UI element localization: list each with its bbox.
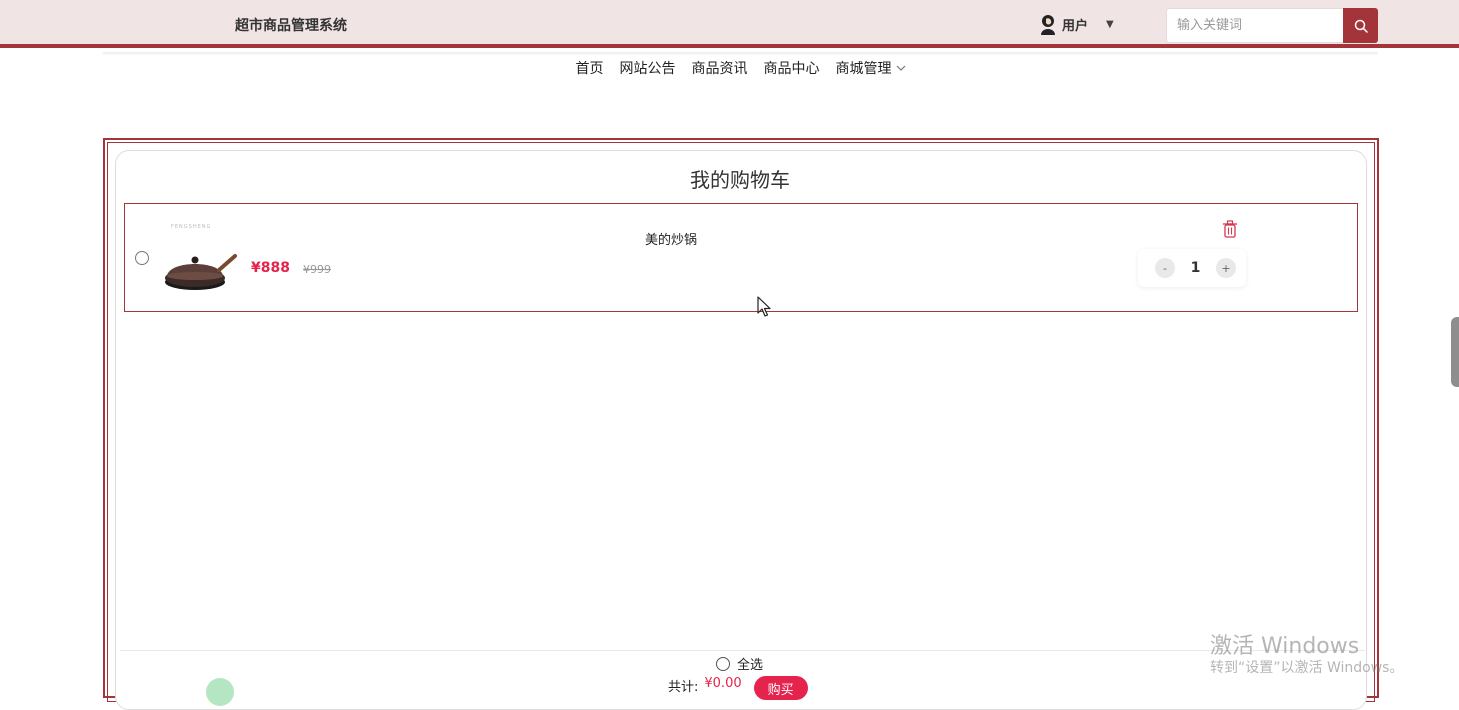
footer-divider [120, 650, 1365, 651]
app-title: 超市商品管理系统 [235, 18, 347, 34]
quantity-decrease-button[interactable]: - [1155, 258, 1175, 278]
item-price: ¥888 [251, 260, 290, 276]
trash-icon[interactable] [1222, 220, 1238, 238]
caret-down-icon: ▼ [1106, 18, 1114, 30]
select-all-radio[interactable] [716, 656, 730, 671]
item-select-radio[interactable] [135, 251, 149, 265]
nav-item-mall-management[interactable]: 商城管理 [836, 58, 906, 78]
cart-item: FENGSHENG ¥888 ¥999 美的炒锅 - 1 + [124, 203, 1358, 312]
search-input[interactable] [1166, 8, 1343, 43]
chevron-down-icon [896, 65, 905, 71]
nav-item-label: 商品资讯 [691, 61, 748, 77]
nav-item-label: 商城管理 [835, 61, 892, 77]
select-all-label: 全选 [737, 658, 764, 673]
quantity-stepper: - 1 + [1138, 249, 1246, 287]
total-value: ¥0.00 [704, 676, 742, 691]
product-image[interactable] [159, 222, 239, 300]
side-scroll-tab[interactable] [1451, 317, 1459, 387]
buy-button[interactable]: 购买 [753, 676, 808, 700]
nav-item-label: 网站公告 [619, 61, 676, 77]
top-header: 超市商品管理系统 用户 ▼ [0, 0, 1459, 48]
item-name: 美的炒锅 [645, 233, 698, 248]
main-nav: 首页 网站公告 商品资讯 商品中心 商城管理 [0, 58, 1459, 78]
user-avatar-icon [1041, 15, 1055, 35]
quantity-value: 1 [1190, 260, 1201, 276]
item-original-price: ¥999 [303, 263, 331, 276]
windows-activation-watermark-title: 激活 Windows [1210, 634, 1360, 659]
nav-item-announcements[interactable]: 网站公告 [620, 58, 676, 78]
page-title: 我的购物车 [690, 168, 790, 192]
user-name: 用户 [1062, 18, 1089, 34]
mouse-cursor-icon [757, 296, 771, 317]
nav-item-products[interactable]: 商品中心 [764, 58, 820, 78]
search-button[interactable] [1343, 8, 1378, 43]
nav-item-label: 商品中心 [763, 61, 820, 77]
windows-activation-watermark-subtitle: 转到“设置”以激活 Windows。 [1210, 660, 1404, 676]
total-row: 共计: ¥0.00 购买 [668, 676, 808, 700]
total-label: 共计: [668, 680, 699, 695]
header-shadow [103, 52, 1378, 56]
user-menu[interactable]: 用户 ▼ [1038, 12, 1114, 36]
quantity-increase-button[interactable]: + [1216, 258, 1236, 278]
search-icon [1354, 19, 1368, 33]
green-circle-icon [206, 678, 234, 706]
search-bar [1166, 8, 1378, 43]
nav-item-home[interactable]: 首页 [576, 58, 604, 78]
nav-item-label: 首页 [575, 61, 604, 77]
select-all-toggle[interactable]: 全选 [716, 654, 763, 673]
nav-item-news[interactable]: 商品资讯 [692, 58, 748, 78]
